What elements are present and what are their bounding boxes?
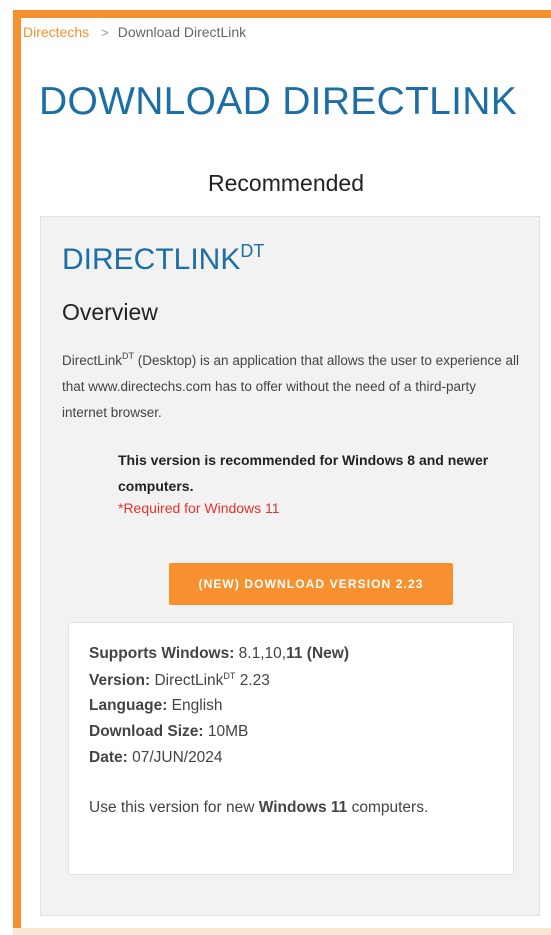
size-value: 10MB [203,723,249,740]
usage-prefix: Use this version for new [89,799,259,816]
overview-product-name: DirectLink [62,353,123,368]
overview-heading: Overview [62,299,158,325]
version-product-name: DirectLink [150,672,224,689]
product-card: DIRECTLINKDT Overview DirectLinkDT (Desk… [40,216,540,916]
info-version: Version: DirectLinkDT 2.23 [89,671,270,690]
section-heading-recommended: Recommended [208,170,364,196]
version-info-panel: Supports Windows: 8.1,10,11 (New) Versio… [68,622,514,875]
info-usage-note: Use this version for new Windows 11 comp… [89,799,428,817]
required-note: *Required for Windows 11 [118,500,280,516]
page-content: Directechs > Download DirectLink DOWNLOAD … [21,18,551,928]
overview-description: (Desktop) is an application that allows … [62,353,519,420]
language-label: Language: [89,697,168,714]
product-title: DIRECTLINKDT [62,241,264,277]
info-date: Date: 07/JUN/2024 [89,749,223,767]
overview-superscript: DT [122,351,135,361]
version-superscript: DT [223,671,236,681]
info-language: Language: English [89,697,223,715]
info-download-size: Download Size: 10MB [89,723,248,741]
product-name-superscript: DT [240,241,265,261]
usage-suffix: computers. [347,799,429,816]
breadcrumb-separator-icon: > [101,25,109,40]
breadcrumb-home-link[interactable]: Directechs [23,24,89,40]
size-label: Download Size: [89,723,204,740]
breadcrumb-current: Download DirectLink [117,24,247,40]
supports-value-new: 11 (New) [286,645,349,662]
supports-label: Supports Windows: [89,645,235,662]
language-value: English [167,697,223,714]
version-number: 2.23 [235,672,270,689]
date-value: 07/JUN/2024 [127,749,223,766]
usage-windows-11: Windows 11 [258,799,348,816]
page-title: DOWNLOAD DIRECTLINK [39,80,518,123]
frame-bottom [13,928,551,935]
breadcrumb: Directechs > Download DirectLink [23,24,246,40]
orange-frame-top [13,10,551,18]
recommendation-note: This version is recommended for Windows … [118,452,489,494]
supports-value: 8.1,10, [234,645,287,662]
product-name: DIRECTLINK [62,243,241,276]
orange-frame-left [13,10,21,935]
overview-text: DirectLinkDT (Desktop) is an application… [62,343,522,426]
date-label: Date: [89,749,128,766]
download-button[interactable]: (NEW) DOWNLOAD VERSION 2.23 [169,563,453,605]
version-label: Version: [89,672,151,689]
info-supports-windows: Supports Windows: 8.1,10,11 (New) [89,645,349,663]
